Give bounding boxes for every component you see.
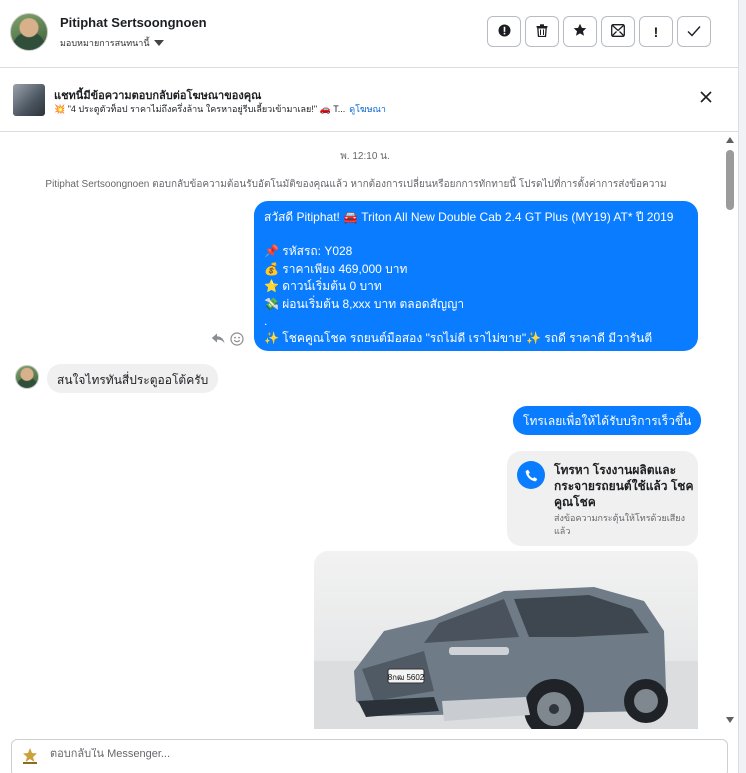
messenger-reply-input[interactable]	[50, 748, 650, 760]
auto-reply-bubble[interactable]: สวัสดี Pitiphat! 🚘 Triton All New Double…	[254, 201, 698, 351]
message-line: สวัสดี Pitiphat! 🚘 Triton All New Double…	[264, 210, 674, 224]
mark-spam-button[interactable]	[487, 16, 521, 47]
ad-preview-text: 💥 "4 ประตูตัวท็อป ราคาไม่ถึงครึ่งล้าน ใค…	[54, 104, 346, 114]
follow-up-button[interactable]: !	[639, 16, 673, 47]
vehicle-photo[interactable]: 8กฒ 5602	[314, 551, 698, 729]
scrollbar-thumb[interactable]	[726, 150, 734, 210]
star-button[interactable]	[563, 16, 597, 47]
mark-done-button[interactable]	[677, 16, 711, 47]
trash-icon	[536, 23, 548, 40]
delete-button[interactable]	[525, 16, 559, 47]
call-card-subtitle: ส่งข้อความกระตุ้นให้โทรด้วยเสียงแล้ว	[554, 513, 685, 536]
license-plate: 8กฒ 5602	[388, 673, 425, 682]
call-request-card[interactable]: โทรหา โรงงานผลิตและกระจายรถยนต์ใช้แล้ว โ…	[507, 451, 698, 546]
page-logo-icon	[20, 746, 40, 766]
outgoing-message-text: โทรเลยเพื่อให้ได้รับบริการเร็วขึ้น	[523, 414, 692, 428]
message-line: ⭐ ดาวน์เริ่มต้น 0 บาท	[264, 279, 382, 294]
call-card-title: โทรหา โรงงานผลิตและกระจายรถยนต์ใช้แล้ว โ…	[554, 463, 694, 509]
message-thread[interactable]: พ. 12:10 น. Pitiphat Sertsoongnoen ตอบกล…	[0, 133, 738, 729]
star-icon	[573, 23, 587, 40]
view-ad-link[interactable]: ดูโฆษณา	[349, 104, 386, 114]
message-timestamp: พ. 12:10 น.	[340, 151, 390, 162]
thread-scrollbar[interactable]	[726, 133, 736, 729]
reply-icon[interactable]	[211, 332, 225, 347]
sender-avatar[interactable]	[15, 365, 39, 389]
reply-composer[interactable]	[11, 739, 728, 773]
incoming-message-bubble[interactable]: สนใจไทรทันสี่ประตูออโต้ครับ	[47, 364, 219, 393]
caret-down-icon	[153, 40, 164, 46]
message-line: .	[264, 314, 268, 329]
close-icon[interactable]	[700, 90, 712, 108]
emoji-react-icon[interactable]	[230, 332, 244, 349]
assign-label: มอบหมายการสนทนานี้	[60, 38, 150, 48]
incoming-message-text: สนใจไทรทันสี่ประตูออโต้ครับ	[57, 373, 209, 387]
contact-avatar[interactable]	[10, 13, 48, 51]
assign-conversation-dropdown[interactable]: มอบหมายการสนทนานี้	[60, 36, 164, 50]
message-line: ✨ โชคคูณโชค รถยนต์มือสอง "รถไม่ดี เราไม่…	[264, 331, 653, 346]
checkmark-icon	[687, 24, 701, 40]
ad-thumbnail[interactable]	[13, 84, 45, 116]
message-line: 💸 ผ่อนเริ่มต้น 8,xxx บาท ตลอดสัญญา	[264, 296, 465, 311]
system-note: Pitiphat Sertsoongnoen ตอบกลับข้อความต้อ…	[45, 179, 667, 190]
outgoing-message-bubble[interactable]: โทรเลยเพื่อให้ได้รับบริการเร็วขึ้น	[513, 406, 702, 435]
message-line: 💰 ราคาเพียง 469,000 บาท	[264, 261, 408, 276]
scroll-down-arrow-icon[interactable]	[726, 717, 734, 723]
phone-icon	[517, 461, 545, 489]
exclamation-icon: !	[653, 23, 659, 40]
archive-icon	[611, 23, 625, 40]
ad-reply-banner: แชทนี้มีข้อความตอบกลับต่อโฆษณาของคุณ 💥 "…	[0, 68, 738, 132]
archive-button[interactable]	[601, 16, 635, 47]
message-line: 📌 รหัสรถ: Y028	[264, 244, 353, 259]
alert-circle-icon	[498, 24, 511, 40]
banner-preview: 💥 "4 ประตูตัวท็อป ราคาไม่ถึงครึ่งล้าน ใค…	[54, 102, 386, 116]
contact-name[interactable]: Pitiphat Sertsoongnoen	[60, 15, 207, 30]
scroll-up-arrow-icon[interactable]	[726, 137, 734, 143]
window-edge	[738, 0, 746, 773]
conversation-header: Pitiphat Sertsoongnoen มอบหมายการสนทนานี…	[0, 0, 738, 68]
